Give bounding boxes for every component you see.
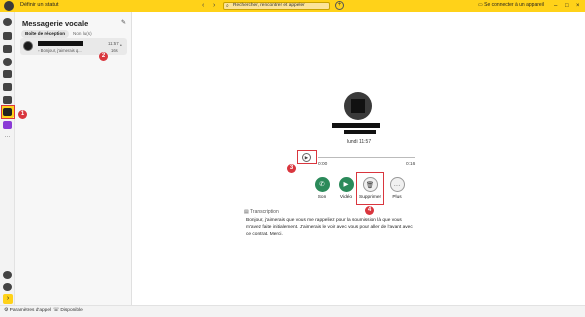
voicemail-detail-pane: lundi 11:57 ▶ 0:00 0:16 ✆ Son ▶ Vidéo 🗑 …	[132, 12, 585, 305]
more-button[interactable]: ··· Plus	[386, 177, 408, 200]
settings-icon[interactable]	[3, 271, 12, 279]
connect-device-button[interactable]: ▭ Se connecter à un appareil	[478, 2, 544, 8]
voicemail-preview: ▫ Bonjour, j'aimerais q...	[38, 48, 82, 53]
stream-icon[interactable]	[3, 121, 12, 129]
apps-icon[interactable]	[3, 70, 12, 78]
calendar-icon[interactable]	[3, 32, 12, 40]
transcription-text: Bonjour, j'aimerais que vous me rappelie…	[246, 218, 413, 237]
player-duration: 0:16	[406, 162, 416, 167]
callout-3: 3	[287, 164, 296, 173]
back-arrow-icon[interactable]: ‹	[202, 1, 204, 11]
voicemail-preview-text: Bonjour, j'aimerais q...	[40, 48, 82, 53]
caller-avatar-redaction	[351, 99, 365, 113]
caller-name-redacted	[332, 123, 380, 128]
tab-unread[interactable]: Non lu(s)	[69, 30, 96, 38]
left-rail: ··· ›	[0, 12, 15, 305]
audio-call-button[interactable]: ✆ Son	[311, 177, 333, 200]
more-label: Plus	[392, 195, 402, 200]
forward-arrow-icon[interactable]: ›	[213, 1, 215, 11]
highlight-voicemail-nav	[1, 105, 15, 119]
search-placeholder: Rechercher, rencontrer et appeler	[233, 3, 305, 8]
search-icon: ⌕	[226, 3, 229, 9]
chat-icon[interactable]	[3, 18, 12, 26]
voicemail-time: 11:57	[108, 41, 119, 46]
edit-icon[interactable]: ✎	[121, 19, 126, 26]
title-bar: Définir un statut ‹ › ⌕ Rechercher, renc…	[0, 0, 585, 12]
more-options-icon[interactable]: •	[120, 43, 122, 49]
more-apps-icon[interactable]: ···	[3, 134, 12, 142]
availability-button[interactable]: ☏ Disponible	[53, 308, 83, 313]
help-icon[interactable]	[3, 283, 12, 291]
minimize-button[interactable]: –	[554, 0, 557, 12]
calls-icon[interactable]	[3, 45, 12, 53]
callout-2: 2	[99, 52, 108, 61]
caller-name-redacted	[38, 41, 83, 46]
tab-inbox[interactable]: Boîte de réception	[21, 30, 70, 38]
pane-title: Messagerie vocale	[22, 19, 89, 28]
transcription-heading: ▤ Transcription	[244, 209, 279, 215]
search-input[interactable]: ⌕ Rechercher, rencontrer et appeler	[223, 2, 330, 10]
callout-4: 4	[365, 206, 374, 215]
highlight-delete-button	[356, 172, 384, 205]
caller-avatar	[23, 41, 33, 51]
add-button[interactable]: +	[335, 1, 344, 10]
close-button[interactable]: ×	[576, 0, 580, 12]
user-avatar[interactable]	[4, 1, 14, 11]
video-call-label: Vidéo	[339, 195, 353, 200]
connect-device-label: Se connecter à un appareil	[484, 2, 544, 8]
status-bar: ⚙ Paramètres d'appel ☏ Disponible	[0, 305, 585, 317]
maximize-button[interactable]: □	[565, 0, 569, 12]
voicemail-duration: 16s	[111, 48, 118, 53]
voicemail-date: lundi 11:57	[347, 139, 372, 145]
transcription-label: Transcription	[250, 209, 279, 215]
video-camera-icon: ▶	[338, 177, 354, 192]
phone-icon[interactable]	[3, 96, 12, 104]
audio-call-label: Son	[317, 195, 327, 200]
phone-icon: ✆	[314, 177, 330, 192]
voicemail-list-pane: Messagerie vocale ✎ Boîte de réception N…	[15, 12, 132, 305]
teams-icon[interactable]	[3, 83, 12, 91]
more-icon: ···	[389, 177, 405, 192]
highlight-play-button	[297, 150, 317, 164]
player-current-time: 0:00	[318, 162, 328, 167]
launch-icon[interactable]: ›	[3, 294, 13, 304]
video-call-button[interactable]: ▶ Vidéo	[335, 177, 357, 200]
voicemail-list-item[interactable]: 11:57 ▫ Bonjour, j'aimerais q... 16s •	[20, 38, 127, 55]
audio-progress-track[interactable]	[318, 157, 415, 158]
caller-number-redacted	[344, 130, 376, 134]
call-settings-label: Paramètres d'appel	[9, 308, 52, 313]
availability-label: Disponible	[60, 308, 83, 313]
set-status-button[interactable]: Définir un statut	[20, 2, 59, 8]
call-settings-button[interactable]: ⚙ Paramètres d'appel	[4, 308, 51, 313]
contacts-icon[interactable]	[3, 58, 12, 66]
callout-1: 1	[18, 110, 27, 119]
